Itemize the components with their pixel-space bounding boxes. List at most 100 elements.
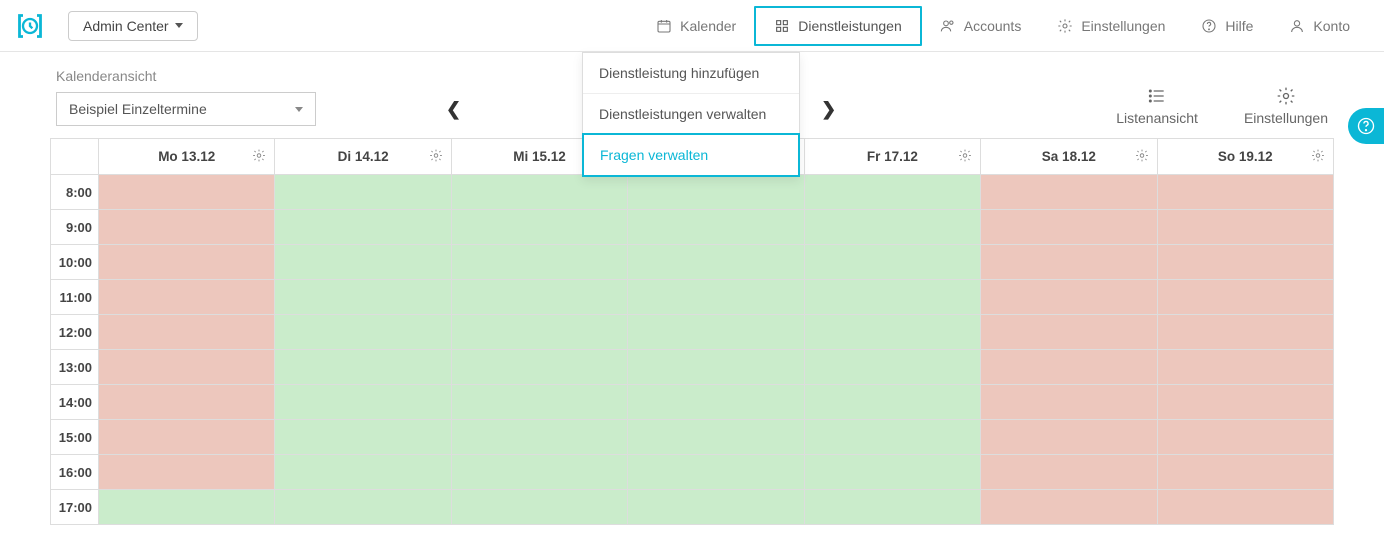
calendar-cell[interactable] (628, 420, 804, 455)
calendar-cell[interactable] (1157, 175, 1333, 210)
calendar-cell[interactable] (804, 490, 980, 525)
calendar-cell[interactable] (99, 210, 275, 245)
nav-konto[interactable]: Konto (1271, 0, 1368, 51)
nav-kalender[interactable]: Kalender (638, 0, 754, 51)
prev-week-button[interactable]: ❮ (446, 99, 461, 120)
calendar-cell[interactable] (1157, 350, 1333, 385)
nav-dienstleistungen[interactable]: Dienstleistungen (754, 6, 922, 46)
calendar-cell[interactable] (451, 455, 627, 490)
calendar-cell[interactable] (1157, 280, 1333, 315)
calendar-cell[interactable] (804, 245, 980, 280)
calendar-cell[interactable] (451, 315, 627, 350)
calendar-cell[interactable] (1157, 245, 1333, 280)
calendar-cell[interactable] (451, 490, 627, 525)
calendar-cell[interactable] (981, 490, 1157, 525)
calendar-cell[interactable] (275, 245, 451, 280)
dropdown-add-service[interactable]: Dienstleistung hinzufügen (583, 53, 799, 93)
calendar-cell[interactable] (1157, 385, 1333, 420)
calendar-cell[interactable] (628, 315, 804, 350)
calendar-cell[interactable] (275, 490, 451, 525)
calendar-cell[interactable] (804, 350, 980, 385)
day-settings-button[interactable] (252, 148, 266, 165)
calendar-cell[interactable] (804, 455, 980, 490)
caret-down-icon (175, 23, 183, 28)
calendar-cell[interactable] (99, 455, 275, 490)
calendar-cell[interactable] (981, 420, 1157, 455)
calendar-cell[interactable] (451, 385, 627, 420)
calendar-cell[interactable] (99, 490, 275, 525)
day-settings-button[interactable] (1135, 148, 1149, 165)
calendar-cell[interactable] (804, 385, 980, 420)
nav-accounts[interactable]: Accounts (922, 0, 1040, 51)
calendar-cell[interactable] (275, 420, 451, 455)
calendar-cell[interactable] (1157, 420, 1333, 455)
nav-kalender-label: Kalender (680, 18, 736, 34)
gear-icon (429, 148, 443, 162)
dropdown-manage-questions[interactable]: Fragen verwalten (582, 133, 800, 177)
calendar-cell[interactable] (804, 210, 980, 245)
calendar-cell[interactable] (275, 350, 451, 385)
calendar-cell[interactable] (981, 175, 1157, 210)
day-settings-button[interactable] (958, 148, 972, 165)
nav-hilfe[interactable]: Hilfe (1183, 0, 1271, 51)
calendar-cell[interactable] (275, 280, 451, 315)
nav-accounts-label: Accounts (964, 18, 1022, 34)
calendar-cell[interactable] (451, 350, 627, 385)
calendar-cell[interactable] (451, 245, 627, 280)
calendar-cell[interactable] (99, 280, 275, 315)
calendar-cell[interactable] (451, 175, 627, 210)
day-settings-button[interactable] (429, 148, 443, 165)
time-label: 10:00 (51, 245, 99, 280)
calendar-cell[interactable] (804, 315, 980, 350)
calendar-cell[interactable] (981, 455, 1157, 490)
time-label: 9:00 (51, 210, 99, 245)
calendar-cell[interactable] (981, 385, 1157, 420)
listview-button[interactable]: Listenansicht (1116, 86, 1198, 126)
gear-icon (252, 148, 266, 162)
calendar-cell[interactable] (1157, 490, 1333, 525)
calendar-cell[interactable] (981, 280, 1157, 315)
day-settings-button[interactable] (1311, 148, 1325, 165)
calendar-cell[interactable] (99, 350, 275, 385)
calendar-cell[interactable] (1157, 455, 1333, 490)
calendar-cell[interactable] (1157, 210, 1333, 245)
calendar-cell[interactable] (981, 245, 1157, 280)
nav-einstellungen[interactable]: Einstellungen (1039, 0, 1183, 51)
next-week-button[interactable]: ❯ (821, 99, 836, 120)
calendar-cell[interactable] (628, 210, 804, 245)
calendar-cell[interactable] (99, 175, 275, 210)
admin-center-dropdown[interactable]: Admin Center (68, 11, 198, 41)
calendar-cell[interactable] (804, 420, 980, 455)
calendar-cell[interactable] (804, 175, 980, 210)
calendar-cell[interactable] (451, 210, 627, 245)
calendar-cell[interactable] (99, 315, 275, 350)
calendar-cell[interactable] (981, 350, 1157, 385)
calendar-cell[interactable] (99, 420, 275, 455)
calendar-cell[interactable] (628, 455, 804, 490)
settings-button[interactable]: Einstellungen (1244, 86, 1328, 126)
help-icon (1356, 116, 1376, 136)
help-bubble[interactable] (1348, 108, 1384, 144)
calendar-cell[interactable] (275, 315, 451, 350)
calendar-cell[interactable] (628, 280, 804, 315)
calendar-cell[interactable] (628, 385, 804, 420)
time-label: 13:00 (51, 350, 99, 385)
calendar-cell[interactable] (804, 280, 980, 315)
view-select[interactable]: Beispiel Einzeltermine (56, 92, 316, 126)
calendar-cell[interactable] (99, 385, 275, 420)
calendar-cell[interactable] (451, 280, 627, 315)
calendar-cell[interactable] (99, 245, 275, 280)
calendar-cell[interactable] (628, 175, 804, 210)
dropdown-manage-services[interactable]: Dienstleistungen verwalten (583, 93, 799, 134)
calendar-cell[interactable] (275, 385, 451, 420)
calendar-cell[interactable] (628, 350, 804, 385)
calendar-cell[interactable] (981, 210, 1157, 245)
calendar-cell[interactable] (275, 455, 451, 490)
calendar-cell[interactable] (451, 420, 627, 455)
calendar-cell[interactable] (628, 490, 804, 525)
calendar-cell[interactable] (981, 315, 1157, 350)
calendar-cell[interactable] (275, 210, 451, 245)
calendar-cell[interactable] (628, 245, 804, 280)
calendar-cell[interactable] (275, 175, 451, 210)
calendar-cell[interactable] (1157, 315, 1333, 350)
